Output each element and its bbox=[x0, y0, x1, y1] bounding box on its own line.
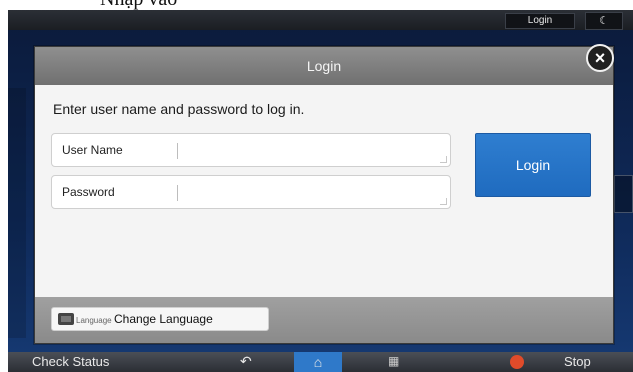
change-language-button[interactable]: Language Change Language bbox=[51, 307, 269, 331]
password-field[interactable]: Password bbox=[51, 175, 451, 209]
left-edge-panel bbox=[8, 88, 26, 338]
change-language-label: Change Language bbox=[114, 312, 213, 326]
moon-icon[interactable]: ☾ bbox=[585, 12, 623, 30]
password-label: Password bbox=[62, 185, 115, 199]
dialog-title: Login bbox=[35, 47, 613, 85]
login-dialog: Login Enter user name and password to lo… bbox=[34, 46, 614, 344]
login-button[interactable]: Login bbox=[475, 133, 591, 197]
username-label: User Name bbox=[62, 143, 123, 157]
check-status-button[interactable]: Check Status bbox=[32, 354, 109, 369]
top-status-bar: Login ☾ bbox=[8, 10, 633, 30]
stop-icon[interactable] bbox=[510, 355, 524, 369]
dialog-footer: Language Change Language bbox=[35, 297, 613, 343]
close-icon[interactable]: × bbox=[586, 44, 614, 72]
field-divider bbox=[177, 185, 178, 201]
username-field[interactable]: User Name bbox=[51, 133, 451, 167]
resize-grip-icon bbox=[440, 198, 447, 205]
resize-grip-icon bbox=[440, 156, 447, 163]
home-icon[interactable]: ⌂ bbox=[294, 352, 342, 372]
right-edge-handle[interactable] bbox=[614, 175, 633, 213]
menu-icon[interactable]: ▦ bbox=[388, 354, 399, 368]
bottom-navigation-bar: Check Status ↶ ⌂ ▦ Stop bbox=[8, 352, 633, 372]
language-small-label: Language bbox=[76, 316, 112, 325]
stop-button[interactable]: Stop bbox=[564, 354, 591, 369]
field-divider bbox=[177, 143, 178, 159]
keyboard-icon bbox=[58, 313, 74, 325]
login-instruction: Enter user name and password to log in. bbox=[53, 101, 305, 117]
topbar-login-button[interactable]: Login bbox=[505, 13, 575, 29]
back-icon[interactable]: ↶ bbox=[240, 353, 252, 370]
